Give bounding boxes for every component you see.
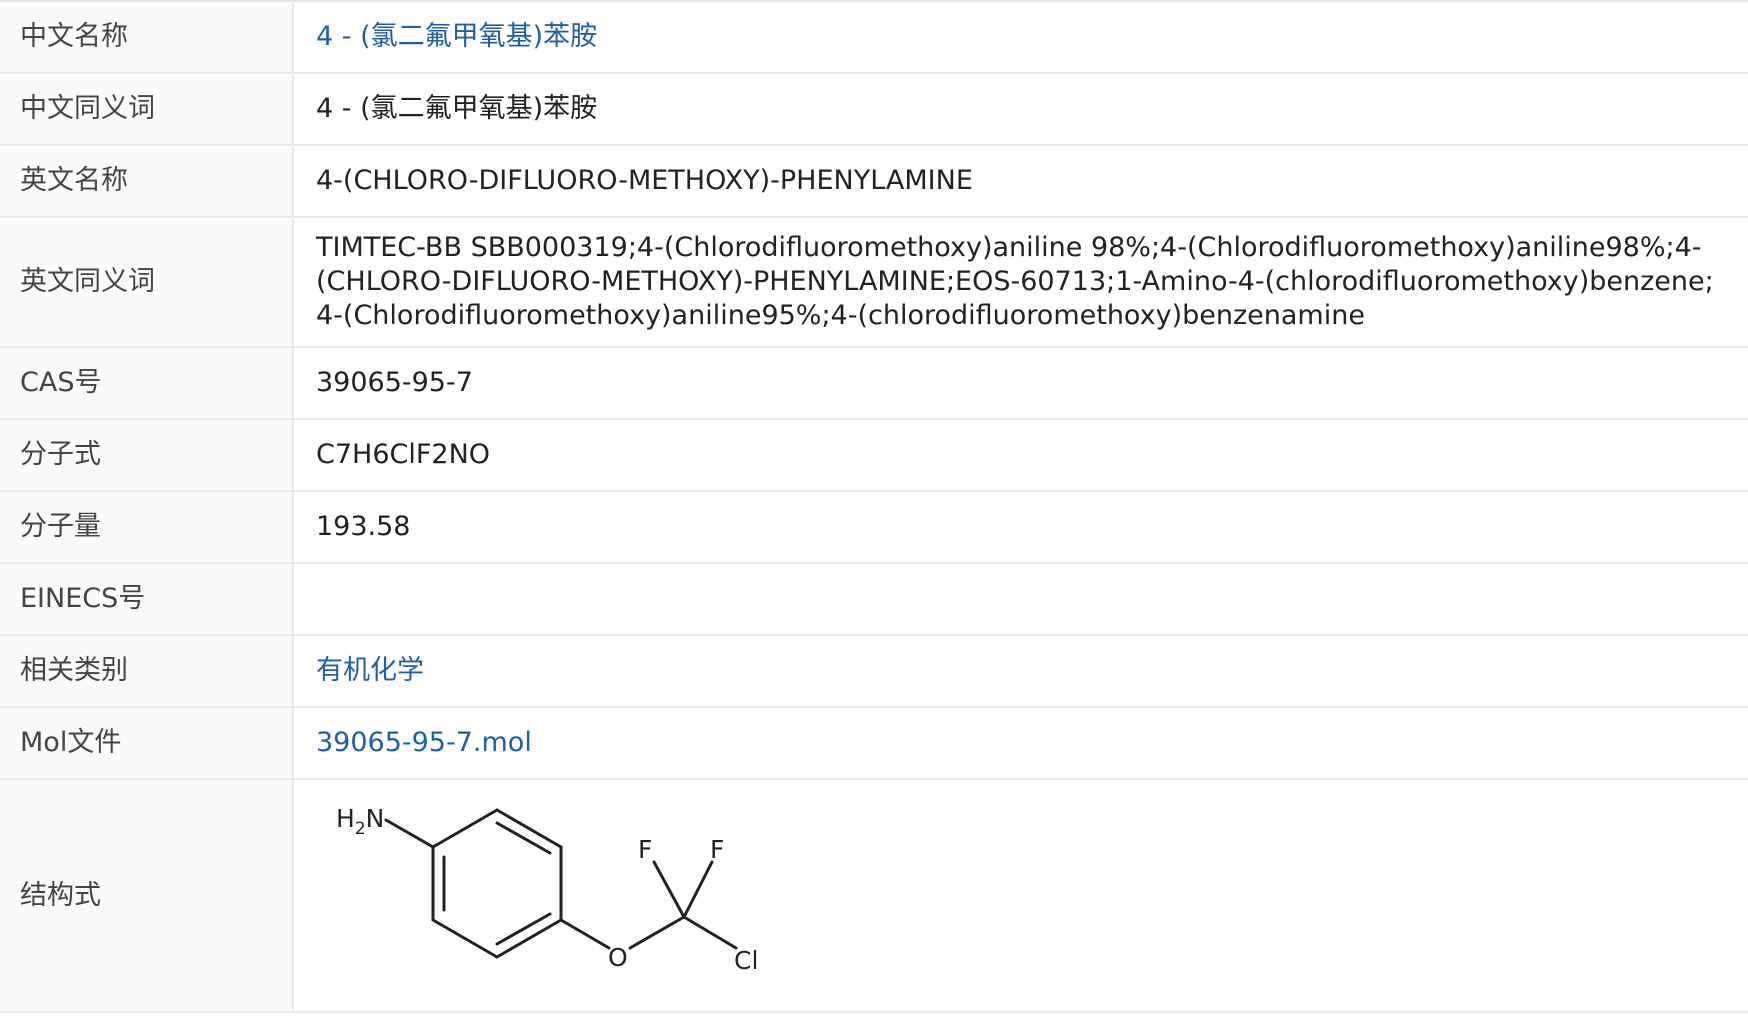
mol-file-link[interactable]: 39065-95-7.mol [316, 727, 532, 758]
table-row: 中文名称 4 - (氯二氟甲氧基)苯胺 [0, 1, 1748, 74]
row-label-chinese-synonyms: 中文同义词 [0, 73, 294, 146]
benzene-ring [431, 808, 563, 958]
chlorine-label: Cl [734, 946, 758, 975]
table-row: 中文同义词 4 - (氯二氟甲氧基)苯胺 [0, 73, 1748, 146]
row-value-molecular-weight: 193.58 [293, 491, 1748, 564]
row-label-molecular-weight: 分子量 [0, 491, 294, 564]
table-row: 结构式 H2N O F F Cl [0, 779, 1748, 1013]
row-label-english-name: 英文名称 [0, 145, 294, 218]
row-value-english-synonyms: TIMTEC-BB SBB000319;4-(Chlorodifluoromet… [293, 217, 1748, 348]
structure-diagram: H2N O F F Cl [336, 804, 758, 975]
row-label-formula: 分子式 [0, 419, 294, 492]
row-label-english-synonyms: 英文同义词 [0, 217, 294, 348]
row-label-chinese-name: 中文名称 [0, 1, 294, 74]
row-value-chinese-synonyms: 4 - (氯二氟甲氧基)苯胺 [293, 73, 1748, 146]
table-row: 分子式 C7H6ClF2NO [0, 419, 1748, 492]
row-value-chinese-name: 4 - (氯二氟甲氧基)苯胺 [293, 1, 1748, 74]
row-value-formula: C7H6ClF2NO [293, 419, 1748, 492]
chinese-name-link[interactable]: 4 - (氯二氟甲氧基)苯胺 [316, 21, 597, 52]
table-row: Mol文件 39065-95-7.mol [0, 707, 1748, 780]
row-value-cas: 39065-95-7 [293, 347, 1748, 420]
row-value-structure: H2N O F F Cl [293, 779, 1748, 1013]
fluorine-label-2: F [710, 835, 724, 864]
oxygen-label: O [608, 943, 628, 972]
row-label-mol-file: Mol文件 [0, 707, 294, 780]
table-row: 分子量 193.58 [0, 491, 1748, 564]
row-value-english-name: 4-(CHLORO-DIFLUORO-METHOXY)-PHENYLAMINE [293, 145, 1748, 218]
category-link[interactable]: 有机化学 [316, 655, 424, 686]
properties-table: 中文名称 4 - (氯二氟甲氧基)苯胺 中文同义词 4 - (氯二氟甲氧基)苯胺… [0, 0, 1748, 1013]
row-label-category: 相关类别 [0, 635, 294, 708]
row-label-einecs: EINECS号 [0, 563, 294, 636]
h2n-label: H2N [336, 804, 384, 839]
row-label-structure: 结构式 [0, 779, 294, 1013]
row-value-einecs [293, 563, 1748, 636]
table-row: 英文同义词 TIMTEC-BB SBB000319;4-(Chlorodiflu… [0, 217, 1748, 348]
row-value-mol-file: 39065-95-7.mol [293, 707, 1748, 780]
fluorine-label-1: F [638, 835, 652, 864]
table-row: 相关类别 有机化学 [0, 635, 1748, 708]
row-value-category: 有机化学 [293, 635, 1748, 708]
table-row: CAS号 39065-95-7 [0, 347, 1748, 420]
table-row: EINECS号 [0, 563, 1748, 636]
row-label-cas: CAS号 [0, 347, 294, 420]
table-row: 英文名称 4-(CHLORO-DIFLUORO-METHOXY)-PHENYLA… [0, 145, 1748, 218]
